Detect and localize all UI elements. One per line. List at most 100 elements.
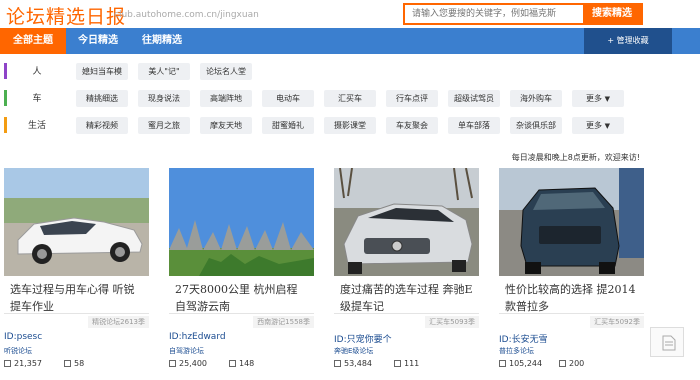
site-url: club.autohome.com.cn/jingxuan	[114, 10, 259, 20]
category-row-cars: 车 精挑细选 现身说法 高端阵地 电动车 汇买车 行车点评 超级试驾员 海外购车…	[0, 88, 650, 110]
post-photo[interactable]	[4, 168, 149, 276]
post-source: 精锐论坛2613季	[88, 316, 149, 328]
post-source: 汇买车5093季	[425, 316, 479, 328]
post-card[interactable]: 性价比较高的选择 提2014款普拉多 汇买车5092季 ID:长安无雪 普拉多论…	[499, 168, 644, 373]
search-box: 搜索精选	[403, 3, 643, 25]
card-divider	[169, 313, 314, 314]
post-forum[interactable]: 普拉多论坛	[499, 346, 534, 356]
category-chip[interactable]: 美人"记"	[138, 63, 190, 80]
category-row-people: 人 媳妇当车模 美人"记" 论坛名人堂	[0, 61, 650, 83]
view-count-value: 25,400	[179, 359, 207, 368]
header: 论坛精选日报 club.autohome.com.cn/jingxuan 搜索精…	[0, 0, 700, 28]
more-label: 更多	[586, 94, 603, 103]
category-chip[interactable]: 精彩视频	[76, 117, 128, 134]
post-author[interactable]: ID:只宠你要个	[334, 332, 392, 345]
update-note: 每日凌晨和晚上8点更新，欢迎来访!	[511, 153, 640, 162]
view-count: 105,244	[499, 359, 542, 368]
replies-icon	[394, 360, 401, 367]
post-photo[interactable]	[169, 168, 314, 276]
post-author[interactable]: ID:psesc	[4, 332, 42, 342]
category-chip[interactable]: 蜜月之旅	[138, 117, 190, 134]
reply-count: 111	[394, 359, 419, 368]
category-chip[interactable]: 单车部落	[448, 117, 500, 134]
site-logo[interactable]: 论坛精选日报	[6, 2, 126, 29]
category-chip[interactable]: 论坛名人堂	[200, 63, 252, 80]
views-icon	[334, 360, 341, 367]
more-label: 更多	[586, 121, 603, 130]
post-card[interactable]: 27天8000公里 杭州启程自驾游云南 西南游记1558季 ID:hzEdwar…	[169, 168, 314, 373]
category-row-life: 生活 精彩视频 蜜月之旅 摩友天地 甜蜜婚礼 摄影课堂 车友聚会 单车部落 杂谈…	[0, 115, 650, 137]
caret-down-icon: ▼	[604, 122, 610, 130]
replies-icon	[229, 360, 236, 367]
category-chip[interactable]: 超级试驾员	[448, 90, 500, 107]
category-label: 车	[32, 94, 42, 104]
views-icon	[499, 360, 506, 367]
category-chip[interactable]: 摩友天地	[200, 117, 252, 134]
post-title[interactable]: 27天8000公里 杭州启程自驾游云南	[175, 281, 308, 315]
search-button[interactable]: 搜索精选	[583, 5, 641, 23]
category-chip[interactable]: 海外购车	[510, 90, 562, 107]
card-divider	[334, 313, 479, 314]
post-forum[interactable]: 听锐论坛	[4, 346, 32, 356]
view-count: 53,484	[334, 359, 372, 368]
post-forum[interactable]: 奔驰E级论坛	[334, 346, 373, 356]
more-button[interactable]: 更多 ▼	[572, 90, 624, 107]
views-icon	[169, 360, 176, 367]
category-color-bar	[4, 117, 7, 133]
category-chip[interactable]: 高端阵地	[200, 90, 252, 107]
category-chip[interactable]: 摄影课堂	[324, 117, 376, 134]
post-photo[interactable]	[499, 168, 644, 276]
reply-count: 58	[64, 359, 84, 368]
view-count: 25,400	[169, 359, 207, 368]
post-title[interactable]: 度过痛苦的选车过程 奔驰E级提车记	[340, 281, 473, 315]
category-chip[interactable]: 甜蜜婚礼	[262, 117, 314, 134]
view-count-value: 21,357	[14, 359, 42, 368]
category-chip[interactable]: 精挑细选	[76, 90, 128, 107]
tab-today[interactable]: 今日精选	[66, 28, 130, 54]
nav-bar: 全部主题 今日精选 往期精选 + 管理收藏	[0, 28, 700, 54]
post-title[interactable]: 选车过程与用车心得 听锐提车作业	[10, 281, 143, 315]
replies-icon	[559, 360, 566, 367]
tab-all-topics[interactable]: 全部主题	[0, 28, 66, 54]
view-count: 21,357	[4, 359, 42, 368]
views-icon	[4, 360, 11, 367]
post-forum[interactable]: 自驾游论坛	[169, 346, 204, 356]
document-icon	[662, 335, 676, 351]
category-color-bar	[4, 90, 7, 106]
post-source: 汇买车5092季	[590, 316, 644, 328]
tab-past[interactable]: 往期精选	[130, 28, 194, 54]
floating-feedback-button[interactable]	[650, 327, 684, 357]
category-color-bar	[4, 63, 7, 79]
card-divider	[4, 313, 149, 314]
card-divider	[499, 313, 644, 314]
category-chip[interactable]: 现身说法	[138, 90, 190, 107]
more-button[interactable]: 更多 ▼	[572, 117, 624, 134]
caret-down-icon: ▼	[604, 95, 610, 103]
reply-count: 200	[559, 359, 584, 368]
reply-count-value: 58	[74, 359, 85, 368]
post-source: 西南游记1558季	[253, 316, 314, 328]
reply-count-value: 111	[404, 359, 420, 368]
category-chip[interactable]: 杂谈俱乐部	[510, 117, 562, 134]
category-label: 生活	[27, 121, 46, 131]
search-input[interactable]	[405, 5, 583, 23]
category-chip[interactable]: 车友聚会	[386, 117, 438, 134]
view-count-value: 105,244	[509, 359, 543, 368]
post-card[interactable]: 选车过程与用车心得 听锐提车作业 精锐论坛2613季 ID:psesc 听锐论坛…	[4, 168, 149, 373]
post-photo[interactable]	[334, 168, 479, 276]
category-chip[interactable]: 汇买车	[324, 90, 376, 107]
post-author[interactable]: ID:长安无雪	[499, 332, 548, 345]
category-chip[interactable]: 行车点评	[386, 90, 438, 107]
view-count-value: 53,484	[344, 359, 372, 368]
post-title[interactable]: 性价比较高的选择 提2014款普拉多	[505, 281, 638, 315]
category-chip[interactable]: 媳妇当车模	[76, 63, 128, 80]
post-author[interactable]: ID:hzEdward	[169, 332, 226, 342]
category-chip[interactable]: 电动车	[262, 90, 314, 107]
post-card[interactable]: 度过痛苦的选车过程 奔驰E级提车记 汇买车5093季 ID:只宠你要个 奔驰E级…	[334, 168, 479, 373]
replies-icon	[64, 360, 71, 367]
reply-count-value: 148	[239, 359, 255, 368]
reply-count-value: 200	[569, 359, 585, 368]
reply-count: 148	[229, 359, 254, 368]
manage-favorites-button[interactable]: + 管理收藏	[584, 28, 672, 54]
category-label: 人	[32, 67, 42, 77]
